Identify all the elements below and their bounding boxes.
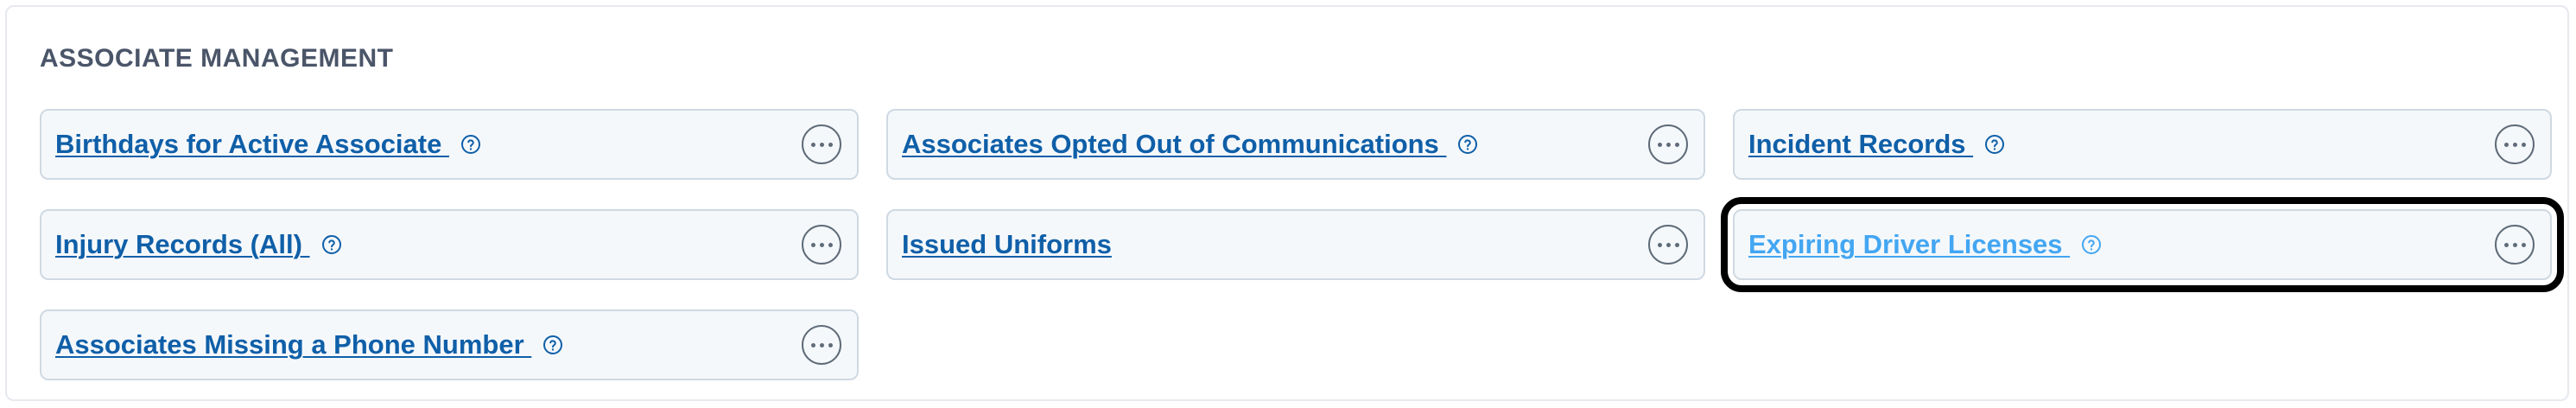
report-card-issued-uniforms: Issued Uniforms <box>886 209 1705 280</box>
ellipsis-icon <box>810 142 833 147</box>
associate-management-panel: ASSOCIATE MANAGEMENT Birthdays for Activ… <box>5 5 2569 401</box>
ellipsis-icon <box>1657 142 1679 147</box>
more-options-button[interactable] <box>2495 124 2535 164</box>
question-circle-icon[interactable] <box>320 233 343 256</box>
report-card-birthdays: Birthdays for Active Associate <box>40 109 859 180</box>
ellipsis-icon <box>2503 242 2526 247</box>
report-link-missing-phone[interactable]: Associates Missing a Phone Number <box>55 329 531 360</box>
ellipsis-icon <box>1657 242 1679 247</box>
question-circle-icon[interactable] <box>542 334 564 356</box>
report-card-left: Associates Opted Out of Communications <box>902 129 1479 160</box>
question-circle-icon[interactable] <box>460 133 482 156</box>
report-card-incident-records: Incident Records <box>1733 109 2552 180</box>
report-card-left: Injury Records (All) <box>55 229 343 260</box>
more-options-button[interactable] <box>2495 225 2535 265</box>
question-circle-icon[interactable] <box>1983 133 2006 156</box>
report-card-expiring-driver-licenses: Expiring Driver Licenses <box>1721 197 2564 292</box>
report-card-missing-phone: Associates Missing a Phone Number <box>40 309 859 380</box>
section-title: ASSOCIATE MANAGEMENT <box>40 44 394 73</box>
more-options-button[interactable] <box>1648 225 1688 265</box>
report-link-incident-records[interactable]: Incident Records <box>1748 129 1973 160</box>
more-options-button[interactable] <box>802 325 841 365</box>
report-card-left: Associates Missing a Phone Number <box>55 329 564 360</box>
report-card-left: Incident Records <box>1748 129 2006 160</box>
ellipsis-icon <box>2503 142 2526 147</box>
more-options-button[interactable] <box>802 124 841 164</box>
question-circle-icon[interactable] <box>2080 233 2103 256</box>
question-circle-icon[interactable] <box>1456 133 1479 156</box>
more-options-button[interactable] <box>802 225 841 265</box>
report-link-injury-records[interactable]: Injury Records (All) <box>55 229 310 260</box>
ellipsis-icon <box>810 242 833 247</box>
ellipsis-icon <box>810 342 833 347</box>
report-link-opted-out[interactable]: Associates Opted Out of Communications <box>902 129 1446 160</box>
report-link-birthdays[interactable]: Birthdays for Active Associate <box>55 129 449 160</box>
report-grid: Birthdays for Active Associate Associate… <box>40 109 2564 380</box>
more-options-button[interactable] <box>1648 124 1688 164</box>
report-card-left: Expiring Driver Licenses <box>1748 229 2103 260</box>
report-link-issued-uniforms[interactable]: Issued Uniforms <box>902 229 1112 260</box>
report-card-opted-out: Associates Opted Out of Communications <box>886 109 1705 180</box>
report-card-injury-records: Injury Records (All) <box>40 209 859 280</box>
report-card-left: Issued Uniforms <box>902 229 1112 260</box>
report-link-expiring-driver-licenses[interactable]: Expiring Driver Licenses <box>1748 229 2070 260</box>
report-card-left: Birthdays for Active Associate <box>55 129 482 160</box>
